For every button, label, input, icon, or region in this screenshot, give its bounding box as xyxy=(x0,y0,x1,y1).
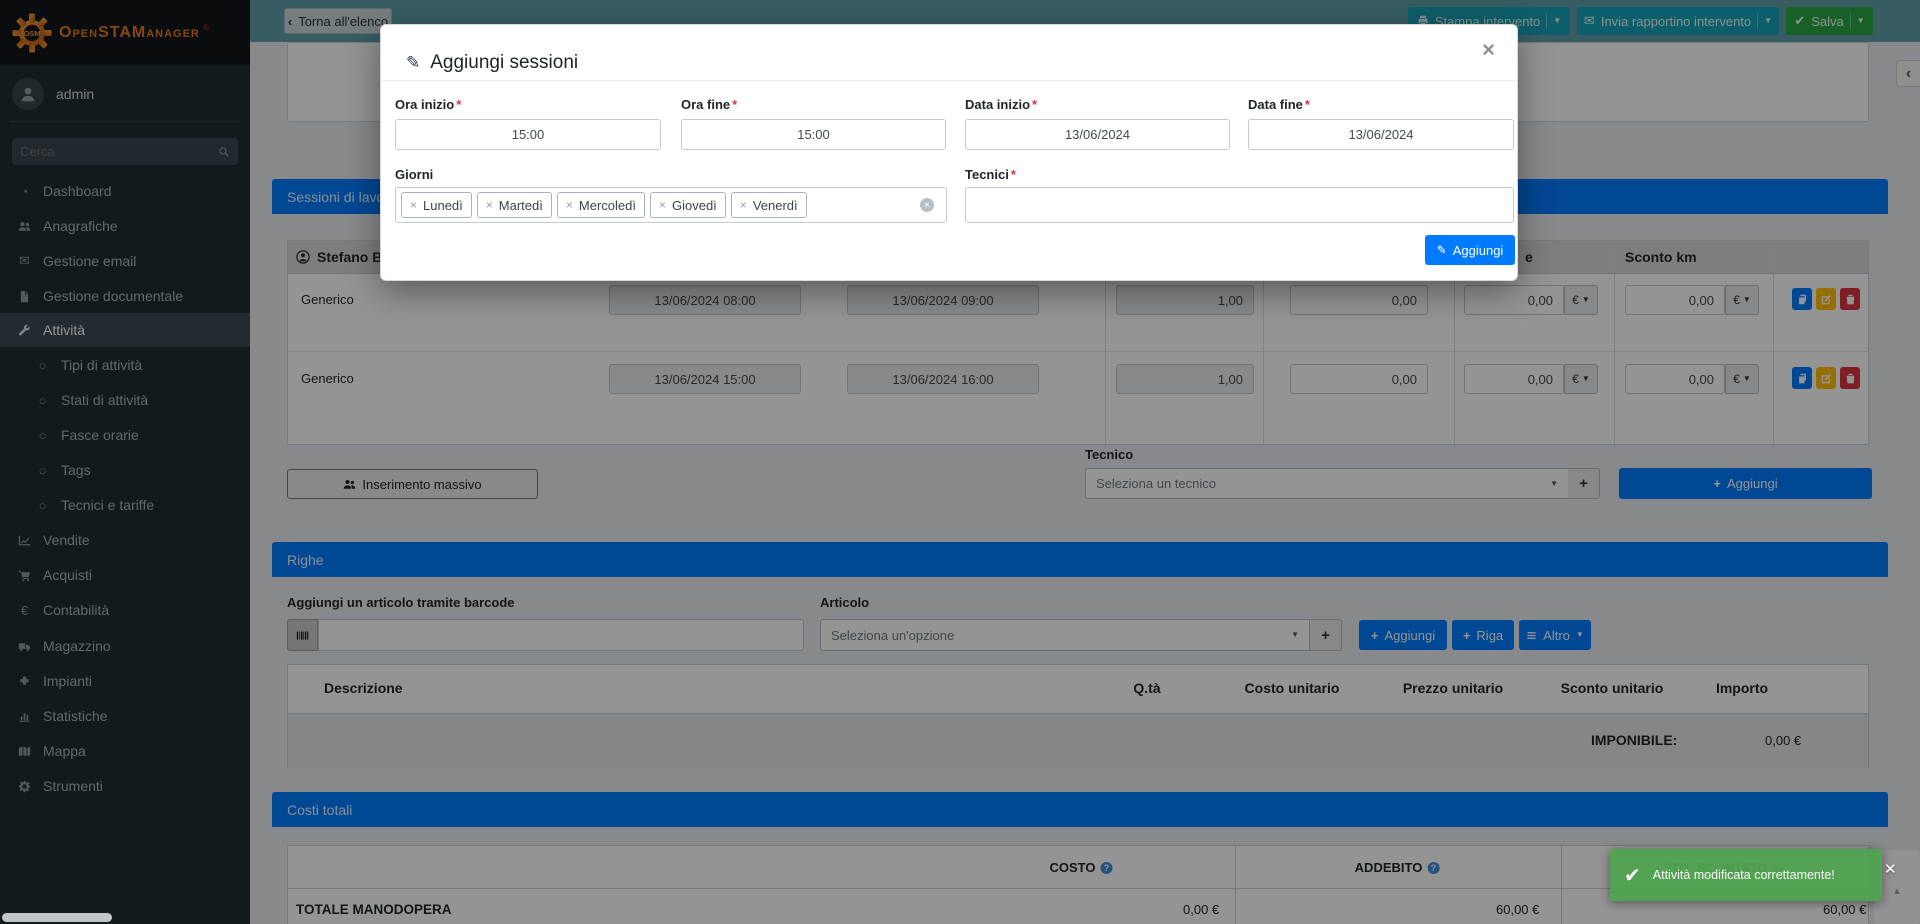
data-inizio-label: Data inizio* xyxy=(965,97,1037,112)
giorni-tag: ×Giovedì xyxy=(650,192,726,218)
giorni-multiselect[interactable]: ×Lunedì ×Martedì ×Mercoledì ×Giovedì ×Ve… xyxy=(395,187,947,223)
giorni-tag: ×Venerdì xyxy=(731,192,807,218)
ora-fine-label: Ora fine* xyxy=(681,97,737,112)
data-fine-label: Data fine* xyxy=(1248,97,1310,112)
remove-tag-icon[interactable]: × xyxy=(410,198,417,212)
horizontal-scrollbar-thumb[interactable] xyxy=(2,913,112,922)
toast-close-icon[interactable]: ✕ xyxy=(1884,860,1897,878)
check-icon: ✔ xyxy=(1624,863,1641,888)
add-sessions-modal: ✎ Aggiungi sessioni × Ora inizio* Ora fi… xyxy=(380,24,1518,281)
giorni-label: Giorni xyxy=(395,167,433,182)
required-star: * xyxy=(1032,97,1037,112)
clear-all-icon[interactable]: × xyxy=(920,198,934,212)
modal-submit-button[interactable]: ✎ Aggiungi xyxy=(1425,235,1515,265)
tecnici-multiselect[interactable] xyxy=(965,187,1514,223)
app-screen: OSM OpenSTAManager ® admin ◔Dashboard An… xyxy=(0,0,1920,924)
giorni-tag: ×Martedì xyxy=(477,192,552,218)
ora-inizio-input[interactable] xyxy=(395,119,661,150)
required-star: * xyxy=(1011,167,1016,182)
remove-tag-icon[interactable]: × xyxy=(659,198,666,212)
modal-header-divider xyxy=(381,80,1517,81)
modal-title: ✎ Aggiungi sessioni xyxy=(406,52,578,74)
giorni-tag: ×Mercoledì xyxy=(557,192,645,218)
data-inizio-input[interactable] xyxy=(965,119,1230,150)
toast-message: Attività modificata correttamente! xyxy=(1653,868,1835,882)
remove-tag-icon[interactable]: × xyxy=(486,198,493,212)
required-star: * xyxy=(1305,97,1310,112)
success-toast[interactable]: ✔ Attività modificata correttamente! xyxy=(1610,849,1882,901)
giorni-tag: ×Lunedì xyxy=(401,192,472,218)
tecnici-label: Tecnici* xyxy=(965,167,1016,182)
modal-close-button[interactable]: × xyxy=(1482,37,1495,63)
remove-tag-icon[interactable]: × xyxy=(566,198,573,212)
required-star: * xyxy=(456,97,461,112)
edit-icon: ✎ xyxy=(1437,243,1447,257)
required-star: * xyxy=(732,97,737,112)
ora-fine-input[interactable] xyxy=(681,119,946,150)
data-fine-input[interactable] xyxy=(1248,119,1514,150)
pencil-icon: ✎ xyxy=(406,53,420,73)
ora-inizio-label: Ora inizio* xyxy=(395,97,461,112)
remove-tag-icon[interactable]: × xyxy=(740,198,747,212)
